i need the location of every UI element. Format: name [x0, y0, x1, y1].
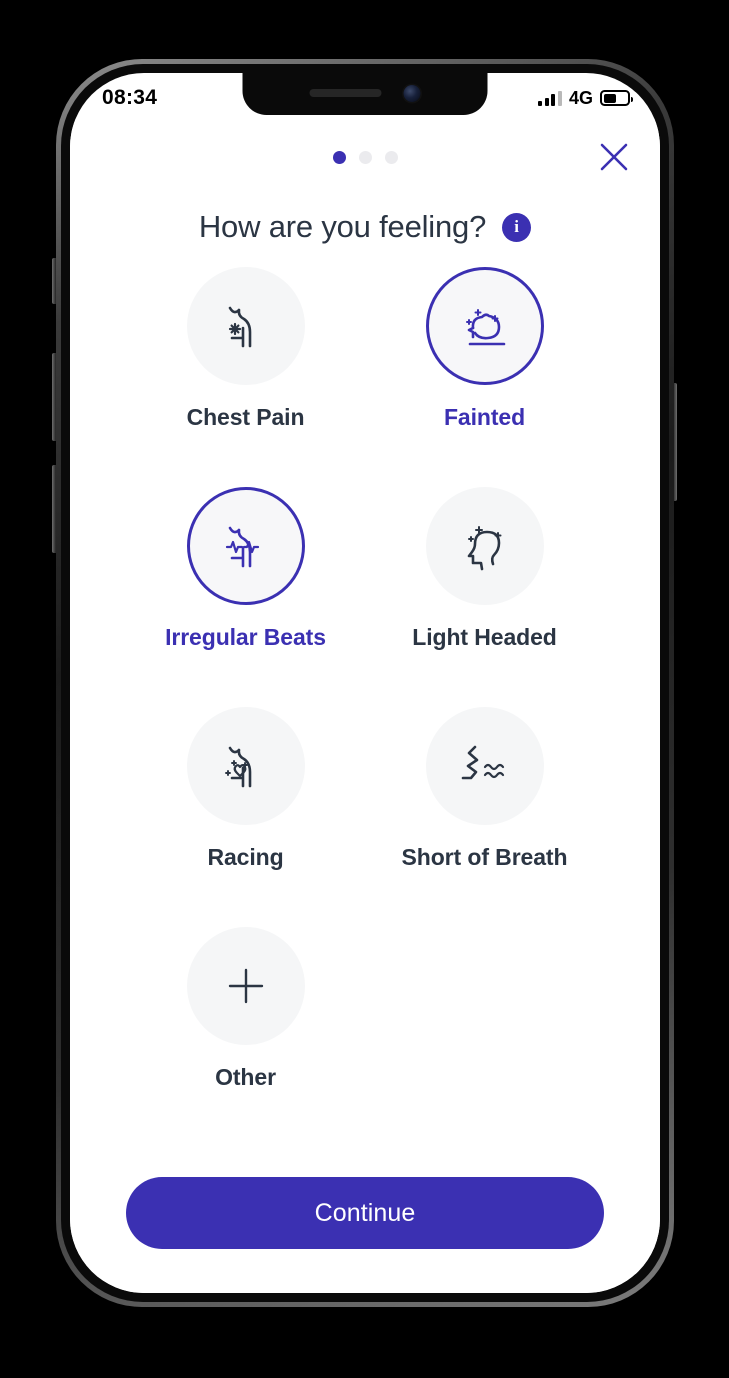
notch [242, 73, 488, 115]
battery-icon [600, 90, 633, 106]
option-icon-circle [425, 487, 544, 605]
page-title: How are you feeling? [198, 209, 487, 244]
option-icon-circle [186, 707, 305, 825]
option-chest-pain[interactable]: Chest Pain [126, 267, 365, 487]
front-camera-icon [403, 84, 421, 102]
pagination-dot-2[interactable] [358, 150, 372, 164]
option-other[interactable]: Other [126, 927, 365, 1147]
top-bar [70, 119, 660, 195]
option-label: Fainted [443, 404, 526, 430]
option-icon-circle [186, 927, 305, 1045]
option-icon-circle [186, 487, 305, 605]
close-icon [600, 143, 628, 171]
status-indicators: 4G [538, 87, 633, 109]
phone-screen: 08:34 4G How are you feeling? i Chest Pa… [70, 73, 660, 1293]
phone-body: 08:34 4G How are you feeling? i Chest Pa… [61, 64, 669, 1302]
option-label: Short of Breath [401, 844, 568, 870]
pagination-dot-1[interactable] [332, 150, 346, 164]
option-icon-circle [186, 267, 305, 385]
app-content: How are you feeling? i Chest Pain Fainte… [70, 119, 660, 1293]
pagination-dots [332, 150, 398, 164]
status-time: 08:34 [102, 86, 158, 109]
option-light-headed[interactable]: Light Headed [365, 487, 604, 707]
racing-icon [224, 746, 251, 788]
option-label: Chest Pain [186, 404, 305, 430]
symptom-options-grid: Chest Pain Fainted Irregular Beats Light… [70, 245, 660, 1177]
title-row: How are you feeling? i [70, 209, 660, 245]
earpiece-speaker [309, 89, 382, 97]
close-button[interactable] [592, 135, 636, 179]
phone-frame: 08:34 4G How are you feeling? i Chest Pa… [56, 59, 674, 1307]
option-irregular-beats[interactable]: Irregular Beats [126, 487, 365, 707]
light-headed-icon [467, 526, 501, 571]
info-icon[interactable]: i [502, 212, 532, 242]
fainted-icon [465, 309, 505, 346]
option-label: Other [215, 1064, 276, 1090]
chest-pain-icon [228, 306, 251, 348]
network-type-label: 4G [568, 87, 593, 108]
pagination-dot-3[interactable] [384, 150, 398, 164]
option-racing[interactable]: Racing [126, 707, 365, 927]
option-short-of-breath[interactable]: Short of Breath [365, 707, 604, 927]
continue-button[interactable]: Continue [126, 1177, 604, 1249]
option-icon-circle [425, 267, 544, 385]
plus-icon [228, 968, 263, 1004]
screenshot-stage: 08:34 4G How are you feeling? i Chest Pa… [0, 0, 729, 1378]
irregular-beats-icon [225, 526, 259, 568]
footer: Continue [70, 1177, 660, 1293]
option-label: Light Headed [412, 624, 557, 650]
signal-strength-icon [538, 90, 562, 106]
option-icon-circle [425, 707, 544, 825]
short-of-breath-icon [461, 745, 504, 780]
option-fainted[interactable]: Fainted [365, 267, 604, 487]
battery-fill [603, 93, 617, 103]
option-label: Racing [207, 844, 284, 870]
option-label: Irregular Beats [165, 624, 326, 650]
